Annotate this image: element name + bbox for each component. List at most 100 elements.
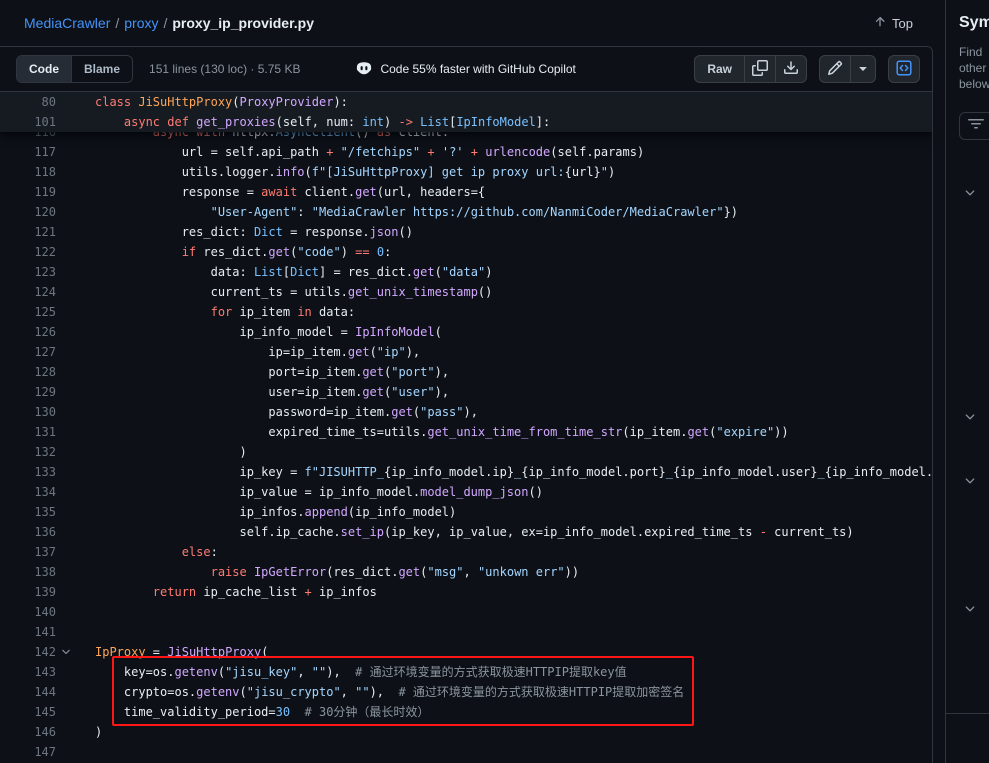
line-number[interactable]: 101 [0,112,56,132]
filter-icon [968,116,984,137]
code-text [56,602,95,622]
line-number[interactable]: 142 [0,642,56,662]
line-number[interactable]: 128 [0,362,56,382]
symbol-expand-icon[interactable] [963,410,977,424]
code-text: ) [56,442,247,462]
line-number[interactable]: 145 [0,702,56,722]
breadcrumb-folder-link[interactable]: proxy [124,15,158,31]
copy-button[interactable] [745,55,776,83]
code-line-132: 132 ) [0,442,932,462]
code-line-144: 144 crypto=os.getenv("jisu_crypto", ""),… [0,682,932,702]
breadcrumb-file-name: proxy_ip_provider.py [172,15,314,31]
edit-button[interactable] [819,55,851,83]
code-line-147: 147 [0,742,932,762]
copy-icon [752,60,768,79]
line-number[interactable]: 125 [0,302,56,322]
symbols-description-line: Find [959,44,989,60]
file-container: Code Blame 151 lines (130 loc) · 5.75 KB… [0,46,933,763]
line-number[interactable]: 137 [0,542,56,562]
download-icon [783,60,799,79]
line-number[interactable]: 122 [0,242,56,262]
line-number[interactable]: 131 [0,422,56,442]
copilot-banner[interactable]: Code 55% faster with GitHub Copilot [356,60,575,79]
symbol-expand-icon[interactable] [963,186,977,200]
code-text: crypto=os.getenv("jisu_crypto", ""), # 通… [56,682,684,702]
code-line-128: 128 port=ip_item.get("port"), [0,362,932,382]
code-line-138: 138 raise IpGetError(res_dict.get("msg",… [0,562,932,582]
line-number[interactable]: 138 [0,562,56,582]
line-number[interactable]: 129 [0,382,56,402]
code-blame-switcher: Code Blame [16,55,133,83]
code-line-139: 139 return ip_cache_list + ip_infos [0,582,932,602]
line-number[interactable]: 132 [0,442,56,462]
download-button[interactable] [776,55,807,83]
line-number[interactable]: 118 [0,162,56,182]
symbol-expand-icon[interactable] [963,602,977,616]
line-number[interactable]: 144 [0,682,56,702]
raw-copy-download-group: Raw [694,55,807,83]
line-number[interactable]: 134 [0,482,56,502]
line-number[interactable]: 124 [0,282,56,302]
line-number[interactable]: 139 [0,582,56,602]
code-text: password=ip_item.get("pass"), [56,402,478,422]
code-text: expired_time_ts=utils.get_unix_time_from… [56,422,789,442]
symbols-toggle-button[interactable] [888,55,920,83]
symbol-expand-icon[interactable] [963,474,977,488]
code-line-80: 80class JiSuHttpProxy(ProxyProvider): [0,92,932,112]
code-text: ip_infos.append(ip_info_model) [56,502,456,522]
line-number[interactable]: 130 [0,402,56,422]
line-number[interactable]: 123 [0,262,56,282]
pencil-icon [827,60,843,79]
file-meta: 151 lines (130 loc) · 5.75 KB [149,62,300,76]
copilot-text: Code 55% faster with GitHub Copilot [380,62,575,76]
line-number[interactable]: 127 [0,342,56,362]
line-number[interactable]: 119 [0,182,56,202]
line-number[interactable]: 143 [0,662,56,682]
breadcrumb-repo-link[interactable]: MediaCrawler [24,15,110,31]
tab-blame[interactable]: Blame [72,56,132,82]
line-number[interactable]: 146 [0,722,56,742]
code-line-140: 140 [0,602,932,622]
line-number[interactable]: 80 [0,92,56,112]
code-text: "User-Agent": "MediaCrawler https://gith… [56,202,738,222]
code-line-121: 121 res_dict: Dict = response.json() [0,222,932,242]
line-number[interactable]: 126 [0,322,56,342]
triangle-down-icon [855,60,871,79]
code-line-143: 143 key=os.getenv("jisu_key", ""), # 通过环… [0,662,932,682]
tab-code[interactable]: Code [17,56,72,82]
code-line-116: 116 async with httpx.AsyncClient() as cl… [0,132,932,142]
arrow-up-icon [873,15,887,32]
code-text [56,742,95,762]
symbols-filter-input[interactable] [959,112,989,140]
symbols-panel-description: Find other below [959,44,989,92]
line-number[interactable]: 135 [0,502,56,522]
line-number[interactable]: 121 [0,222,56,242]
edit-dropdown-button[interactable] [851,55,876,83]
code-text: ) [56,722,102,742]
code-lines: 117 url = self.api_path + "/fetchips" + … [0,142,932,762]
line-number[interactable]: 140 [0,602,56,622]
edit-group [819,55,876,83]
code-text: if res_dict.get("code") == 0: [56,242,391,262]
breadcrumb-separator: / [115,15,119,31]
line-number[interactable]: 120 [0,202,56,222]
breadcrumb: MediaCrawler/proxy/proxy_ip_provider.py … [0,0,933,46]
line-number[interactable]: 116 [0,132,56,142]
code-text: res_dict: Dict = response.json() [56,222,413,242]
code-text: url = self.api_path + "/fetchips" + '?' … [56,142,644,162]
code-line-131: 131 expired_time_ts=utils.get_unix_time_… [0,422,932,442]
symbols-panel-title: Symbols [959,14,989,32]
copilot-icon [356,60,372,79]
code-text: utils.logger.info(f"[JiSuHttpProxy] get … [56,162,615,182]
line-number[interactable]: 133 [0,462,56,482]
code-line-137: 137 else: [0,542,932,562]
fold-chevron-icon[interactable] [60,646,72,658]
line-number[interactable]: 136 [0,522,56,542]
line-number[interactable]: 141 [0,622,56,642]
code-line-133: 133 ip_key = f"JISUHTTP_{ip_info_model.i… [0,462,932,482]
raw-button[interactable]: Raw [694,55,745,83]
line-number[interactable]: 117 [0,142,56,162]
back-to-top-button[interactable]: Top [873,15,913,32]
line-number[interactable]: 147 [0,742,56,762]
code-text: return ip_cache_list + ip_infos [56,582,377,602]
